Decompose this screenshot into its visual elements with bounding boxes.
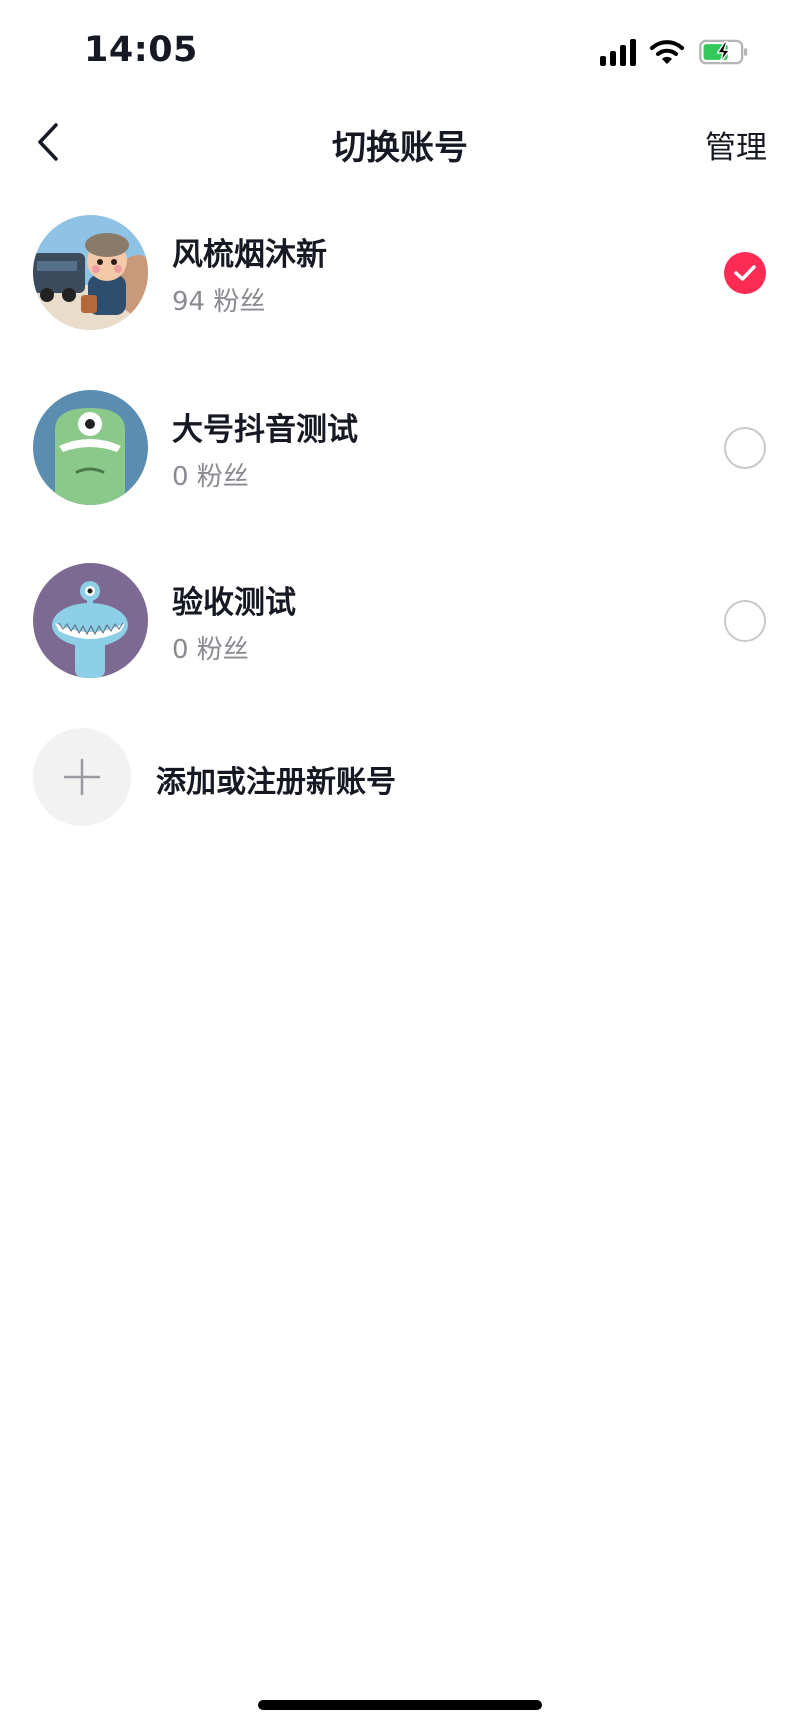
add-account-button[interactable]: 添加或注册新账号 [0, 727, 800, 827]
account-name: 大号抖音测试 [172, 412, 358, 448]
add-account-label: 添加或注册新账号 [156, 765, 396, 800]
unselected-radio[interactable] [724, 427, 766, 469]
cellular-signal-icon [600, 38, 636, 66]
account-name: 风梳烟沐新 [172, 237, 327, 273]
account-row[interactable]: 风梳烟沐新 94 粉丝 [0, 215, 800, 335]
account-row[interactable]: 验收测试 0 粉丝 [0, 563, 800, 683]
selected-radio[interactable] [724, 252, 766, 294]
page-title: 切换账号 [332, 128, 468, 168]
avatar [33, 563, 148, 678]
follower-count: 94 粉丝 [172, 287, 266, 317]
wifi-icon [650, 40, 684, 64]
account-name: 验收测试 [172, 585, 296, 621]
status-bar: 14:05 [0, 0, 800, 100]
switch-account-screen: 14:05 切换账号 管理 风梳烟沐新 94 粉丝 大号抖音测试 0 粉丝 验收… [0, 0, 800, 1731]
nav-bar: 切换账号 管理 [0, 100, 800, 184]
home-indicator[interactable] [258, 1700, 542, 1710]
manage-button[interactable]: 管理 [705, 122, 767, 167]
account-row[interactable]: 大号抖音测试 0 粉丝 [0, 390, 800, 510]
unselected-radio[interactable] [724, 600, 766, 642]
follower-count: 0 粉丝 [172, 635, 249, 665]
avatar [33, 390, 148, 505]
add-account-circle [33, 728, 131, 826]
checkmark-icon [734, 265, 756, 281]
status-icons [600, 38, 750, 66]
avatar [33, 215, 148, 330]
status-time: 14:05 [84, 30, 198, 70]
battery-charging-icon [699, 39, 748, 65]
follower-count: 0 粉丝 [172, 462, 249, 492]
plus-icon [63, 758, 101, 796]
